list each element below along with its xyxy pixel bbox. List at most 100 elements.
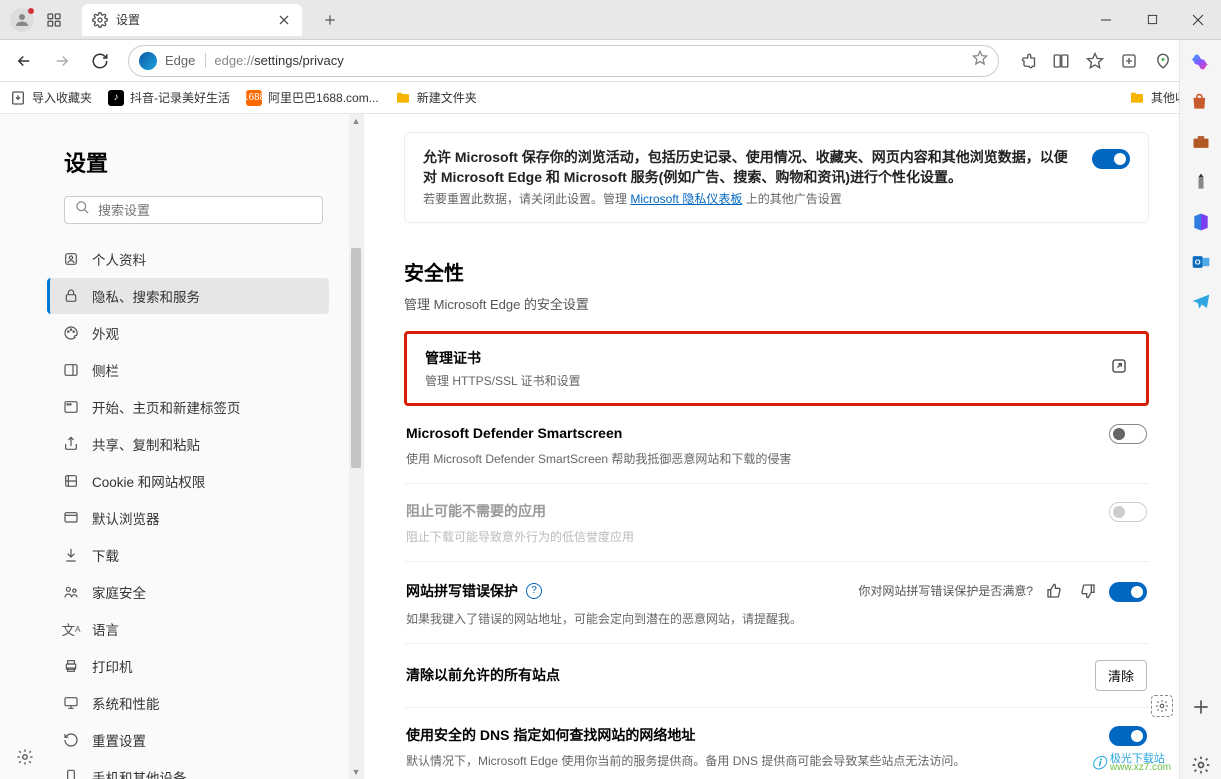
site-identity: Edge xyxy=(165,53,206,68)
scroll-down-arrow-icon[interactable]: ▼ xyxy=(349,765,363,779)
address-bar[interactable]: Edge edge://settings/privacy xyxy=(128,45,999,77)
pua-desc: 阻止下载可能导致意外行为的低信誉度应用 xyxy=(406,528,1147,545)
bookmark-douyin[interactable]: ♪ 抖音-记录美好生活 xyxy=(108,89,230,106)
defender-toggle[interactable] xyxy=(1109,424,1147,444)
nav-system[interactable]: 系统和性能 xyxy=(50,685,329,721)
thumbs-up-button[interactable] xyxy=(1041,578,1067,604)
nav-downloads[interactable]: 下载 xyxy=(50,537,329,573)
add-sidebar-button[interactable] xyxy=(1187,693,1215,721)
nav-reset[interactable]: 重置设置 xyxy=(50,722,329,758)
nav-phone[interactable]: 手机和其他设备 xyxy=(50,759,329,779)
phone-icon xyxy=(62,768,80,779)
bookmark-import[interactable]: 导入收藏夹 xyxy=(10,89,92,106)
personalize-setting: 允许 Microsoft 保存你的浏览活动，包括历史记录、使用情况、收藏夹、网页… xyxy=(404,132,1149,223)
m365-icon[interactable] xyxy=(1187,208,1215,236)
copilot-icon[interactable] xyxy=(1187,48,1215,76)
forward-button[interactable] xyxy=(46,45,78,77)
refresh-button[interactable] xyxy=(84,45,116,77)
bookmark-alibaba[interactable]: 1688 阿里巴巴1688.com... xyxy=(246,89,379,106)
toolbox-icon[interactable] xyxy=(1187,128,1215,156)
typo-feedback-question: 你对网站拼写错误保护是否满意? xyxy=(858,582,1033,599)
download-icon xyxy=(62,546,80,564)
nav-profile[interactable]: 个人资料 xyxy=(50,241,329,277)
favorite-star-icon[interactable] xyxy=(972,50,988,71)
close-tab-icon[interactable] xyxy=(276,12,292,28)
nav-cookies[interactable]: Cookie 和网站权限 xyxy=(50,463,329,499)
games-icon[interactable] xyxy=(1187,168,1215,196)
settings-heading: 设置 xyxy=(0,132,363,192)
shopping-icon[interactable] xyxy=(1187,88,1215,116)
settings-search-input[interactable] xyxy=(98,203,312,218)
dns-desc: 默认情况下，Microsoft Edge 使用你当前的服务提供商。备用 DNS … xyxy=(406,752,1147,769)
bookmarks-bar: 导入收藏夹 ♪ 抖音-记录美好生活 1688 阿里巴巴1688.com... 新… xyxy=(0,82,1221,114)
security-subheading: 管理 Microsoft Edge 的安全设置 xyxy=(404,294,1149,313)
sidebar-settings-button[interactable] xyxy=(1187,751,1215,779)
nav-share[interactable]: 共享、复制和粘贴 xyxy=(50,426,329,462)
personalize-desc: 若要重置此数据，请关闭此设置。管理 Microsoft 隐私仪表板 上的其他广告… xyxy=(423,191,1080,208)
pua-title: 阻止可能不需要的应用 xyxy=(406,501,1101,521)
privacy-dashboard-link[interactable]: Microsoft 隐私仪表板 xyxy=(630,192,742,206)
folder-icon xyxy=(1129,90,1145,106)
browser-tab[interactable]: 设置 xyxy=(82,4,302,36)
new-tab-button[interactable] xyxy=(316,6,344,34)
sidebar-icon xyxy=(62,361,80,379)
nav-default-browser[interactable]: 默认浏览器 xyxy=(50,500,329,536)
nav-family[interactable]: 家庭安全 xyxy=(50,574,329,610)
browser-icon xyxy=(62,509,80,527)
nav-sidebar[interactable]: 侧栏 xyxy=(50,352,329,388)
extensions-button[interactable] xyxy=(1011,45,1043,77)
bottom-left-gear-icon[interactable] xyxy=(16,748,34,771)
cert-title: 管理证书 xyxy=(425,348,1110,368)
scrollbar-thumb[interactable] xyxy=(351,248,361,468)
nav-start[interactable]: 开始、主页和新建标签页 xyxy=(50,389,329,425)
maximize-button[interactable] xyxy=(1129,0,1175,40)
scroll-up-arrow-icon[interactable]: ▲ xyxy=(349,114,363,128)
manage-certificates[interactable]: 管理证书 管理 HTTPS/SSL 证书和设置 xyxy=(404,331,1149,406)
settings-scrollbar[interactable]: ▲ ▼ xyxy=(349,114,363,779)
defender-desc: 使用 Microsoft Defender SmartScreen 帮助我抵御恶… xyxy=(406,450,1147,467)
start-icon xyxy=(62,398,80,416)
bookmark-newfolder[interactable]: 新建文件夹 xyxy=(395,89,477,106)
outlook-icon[interactable]: O xyxy=(1187,248,1215,276)
defender-title: Microsoft Defender Smartscreen xyxy=(406,425,1101,441)
minimize-button[interactable] xyxy=(1083,0,1129,40)
external-link-icon xyxy=(1110,357,1128,380)
cert-desc: 管理 HTTPS/SSL 证书和设置 xyxy=(425,372,1110,389)
nav-appearance[interactable]: 外观 xyxy=(50,315,329,351)
browser-essentials-button[interactable] xyxy=(1147,45,1179,77)
back-button[interactable] xyxy=(8,45,40,77)
collections-button[interactable] xyxy=(1113,45,1145,77)
close-window-button[interactable] xyxy=(1175,0,1221,40)
defender-smartscreen: Microsoft Defender Smartscreen 使用 Micros… xyxy=(404,406,1149,484)
clear-allowed-sites: 清除以前允许的所有站点 清除 xyxy=(404,644,1149,708)
split-screen-button[interactable] xyxy=(1045,45,1077,77)
telegram-icon[interactable] xyxy=(1187,288,1215,316)
personalize-toggle[interactable] xyxy=(1092,149,1130,169)
language-icon: 文A xyxy=(62,620,80,638)
family-icon xyxy=(62,583,80,601)
watermark: ⓘ 极光下载站 www.xz7.com xyxy=(1092,753,1171,773)
reset-icon xyxy=(62,731,80,749)
profile-icon xyxy=(62,250,80,268)
nav-languages[interactable]: 文A语言 xyxy=(50,611,329,647)
typo-toggle[interactable] xyxy=(1109,582,1147,602)
typo-desc: 如果我键入了错误的网站地址，可能会定向到潜在的恶意网站，请提醒我。 xyxy=(406,610,1147,627)
secure-dns: 使用安全的 DNS 指定如何查找网站的网络地址 默认情况下，Microsoft … xyxy=(404,708,1149,779)
notification-dot-icon xyxy=(28,8,34,14)
nav-printers[interactable]: 打印机 xyxy=(50,648,329,684)
security-heading: 安全性 xyxy=(404,257,1149,286)
edge-icon xyxy=(139,52,157,70)
thumbs-down-button[interactable] xyxy=(1075,578,1101,604)
profile-avatar[interactable] xyxy=(10,8,34,32)
dns-toggle[interactable] xyxy=(1109,726,1147,746)
favorites-button[interactable] xyxy=(1079,45,1111,77)
floating-settings-icon[interactable] xyxy=(1151,695,1173,717)
settings-main: 允许 Microsoft 保存你的浏览活动，包括历史记录、使用情况、收藏夹、网页… xyxy=(364,114,1179,779)
appearance-icon xyxy=(62,324,80,342)
nav-privacy[interactable]: 隐私、搜索和服务 xyxy=(47,278,329,314)
settings-search[interactable] xyxy=(64,196,323,224)
workspaces-button[interactable] xyxy=(42,8,66,32)
titlebar: 设置 xyxy=(0,0,1221,40)
clear-sites-button[interactable]: 清除 xyxy=(1095,660,1147,691)
help-icon[interactable]: ? xyxy=(526,583,542,599)
